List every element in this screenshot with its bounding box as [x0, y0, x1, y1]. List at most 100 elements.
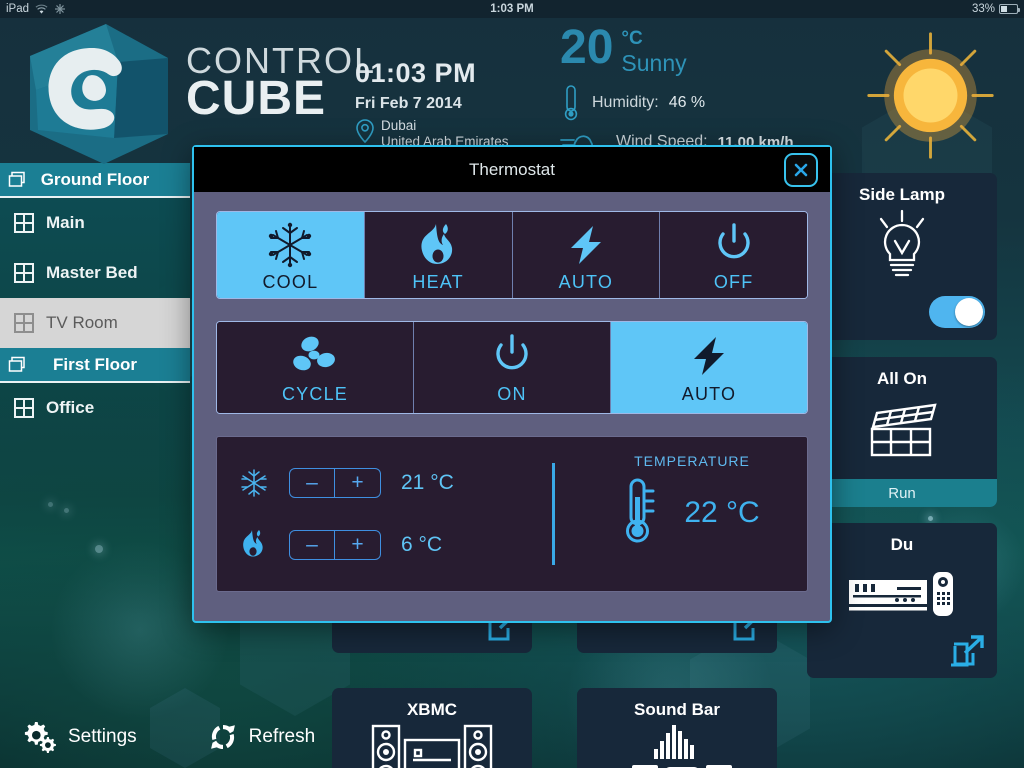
- sidebar-item-label: Main: [46, 213, 85, 232]
- setpoint-list: – + 21 °C – + 6 °C: [217, 452, 532, 576]
- fan-on-button[interactable]: ON: [414, 322, 611, 413]
- mode-label: HEAT: [412, 272, 464, 292]
- thermometer-icon: [626, 478, 655, 543]
- lightbulb-icon: [807, 205, 997, 283]
- cool-minus-button[interactable]: –: [290, 469, 335, 497]
- power-icon: [414, 332, 610, 380]
- refresh-button[interactable]: Refresh: [207, 721, 316, 753]
- mode-auto-button[interactable]: AUTO: [512, 212, 661, 298]
- mode-off-button[interactable]: OFF: [660, 212, 807, 298]
- card-title: Side Lamp: [859, 185, 945, 204]
- fan-label: ON: [497, 384, 527, 404]
- floor-icon: [8, 171, 25, 187]
- card-du[interactable]: Du: [807, 523, 997, 678]
- temperature-readout: 22 °C: [577, 477, 807, 549]
- card-title: All On: [876, 369, 928, 388]
- room-grid-icon: [14, 398, 34, 418]
- heat-setpoint-value: 6 °C: [401, 533, 443, 556]
- gears-icon: [24, 722, 56, 753]
- close-icon[interactable]: [784, 153, 818, 187]
- card-title: Du: [890, 535, 914, 554]
- dialog-titlebar: Thermostat: [194, 147, 830, 192]
- weather-condition: Sunny: [621, 50, 687, 76]
- refresh-icon: [210, 725, 235, 749]
- clock-block: 01:03 PM Fri Feb 7 2014 Dubai United Ara…: [355, 58, 509, 149]
- humidity-value: 46 %: [668, 94, 706, 111]
- cool-plus-button[interactable]: +: [335, 469, 380, 497]
- bolt-icon: [611, 332, 807, 380]
- heat-minus-button[interactable]: –: [290, 531, 335, 559]
- run-button[interactable]: Run: [807, 479, 997, 507]
- sun-icon: [867, 32, 994, 159]
- sidebar-item-label: Office: [46, 398, 95, 417]
- card-all-on[interactable]: All On Run: [807, 357, 997, 507]
- setpoints-divider: [552, 463, 555, 565]
- room-grid-icon: [14, 263, 34, 283]
- bottom-toolbar: Settings Refresh: [0, 706, 322, 768]
- fan-label: AUTO: [681, 384, 737, 404]
- sidebar-item-tv-room[interactable]: TV Room: [0, 298, 190, 348]
- status-time: 1:03 PM: [490, 3, 534, 15]
- clapperboard-icon: [807, 389, 997, 471]
- snowflake-icon: [217, 222, 364, 268]
- current-temperature-panel: TEMPERATURE 22 °C: [577, 437, 807, 591]
- sidebar-item-office[interactable]: Office: [0, 383, 190, 433]
- sidebar-item-main[interactable]: Main: [0, 198, 190, 248]
- status-right: 33%: [971, 3, 1020, 15]
- current-time: 01:03 PM: [355, 58, 477, 88]
- flame-icon: [243, 530, 263, 557]
- app-header: CONTROL CUBE 01:03 PM Fri Feb 7 2014 Dub…: [0, 18, 1024, 164]
- heat-plus-button[interactable]: +: [335, 531, 380, 559]
- floor-title: Ground Floor: [40, 169, 150, 189]
- av-receiver-remote-icon: [807, 555, 997, 631]
- power-icon: [660, 222, 807, 268]
- thermostat-dialog: Thermostat COOL HEAT AUTO OFF CYCLE ON A…: [192, 145, 832, 623]
- settings-button[interactable]: Settings: [22, 720, 137, 754]
- current-temperature-value: 22 °C: [684, 496, 760, 529]
- refresh-label: Refresh: [248, 726, 316, 747]
- settings-label: Settings: [68, 726, 137, 747]
- floor-header-ground: Ground Floor: [0, 163, 190, 198]
- bolt-icon: [513, 222, 660, 268]
- weather-temperature: 20: [560, 21, 614, 74]
- fan-segmented-control: CYCLE ON AUTO: [216, 321, 808, 414]
- open-external-icon[interactable]: [951, 634, 985, 668]
- thermometer-icon: [564, 85, 578, 121]
- card-title: Sound Bar: [634, 700, 720, 719]
- flame-icon: [365, 222, 512, 268]
- weather-block: 20 °C Sunny Humidity: 46 % Wind Speed: 1…: [560, 24, 794, 155]
- card-side-lamp[interactable]: Side Lamp: [807, 173, 997, 340]
- fan-icon: [217, 332, 413, 380]
- sidebar-item-master-bed[interactable]: Master Bed: [0, 248, 190, 298]
- mode-label: COOL: [262, 272, 319, 292]
- mode-cool-button[interactable]: COOL: [217, 212, 365, 298]
- floor-icon: [8, 356, 25, 372]
- ios-status-bar: iPad 1:03 PM 33%: [0, 0, 1024, 18]
- battery-percent: 33%: [971, 3, 995, 15]
- mode-heat-button[interactable]: HEAT: [364, 212, 513, 298]
- mode-label: OFF: [713, 272, 754, 292]
- sidebar-item-label: Master Bed: [46, 263, 138, 282]
- card-xbmc[interactable]: XBMC: [332, 688, 532, 768]
- heat-setpoint-stepper[interactable]: – +: [289, 530, 381, 560]
- card-sound-bar[interactable]: Sound Bar: [577, 688, 777, 768]
- fan-cycle-button[interactable]: CYCLE: [217, 322, 414, 413]
- mode-label: AUTO: [558, 272, 614, 292]
- cool-setpoint-stepper[interactable]: – +: [289, 468, 381, 498]
- control-cube-logo-icon: [30, 24, 168, 164]
- side-lamp-toggle[interactable]: [929, 296, 985, 328]
- soundbar-equalizer-icon: [577, 720, 777, 768]
- battery-icon: [999, 4, 1020, 14]
- fan-auto-button[interactable]: AUTO: [611, 322, 807, 413]
- location-pin-icon: [356, 119, 374, 144]
- humidity-label: Humidity:: [592, 94, 659, 111]
- location-city: Dubai: [381, 118, 417, 133]
- room-grid-icon: [14, 213, 34, 233]
- brand-line-2: CUBE: [186, 72, 327, 126]
- dialog-title: Thermostat: [469, 159, 555, 179]
- setpoint-heat-row: – + 6 °C: [239, 514, 532, 576]
- floor-header-first: First Floor: [0, 348, 190, 383]
- setpoint-cool-row: – + 21 °C: [239, 452, 532, 514]
- dialog-body: COOL HEAT AUTO OFF CYCLE ON AUTO – + 21 …: [194, 192, 830, 592]
- toggle-knob: [955, 298, 983, 326]
